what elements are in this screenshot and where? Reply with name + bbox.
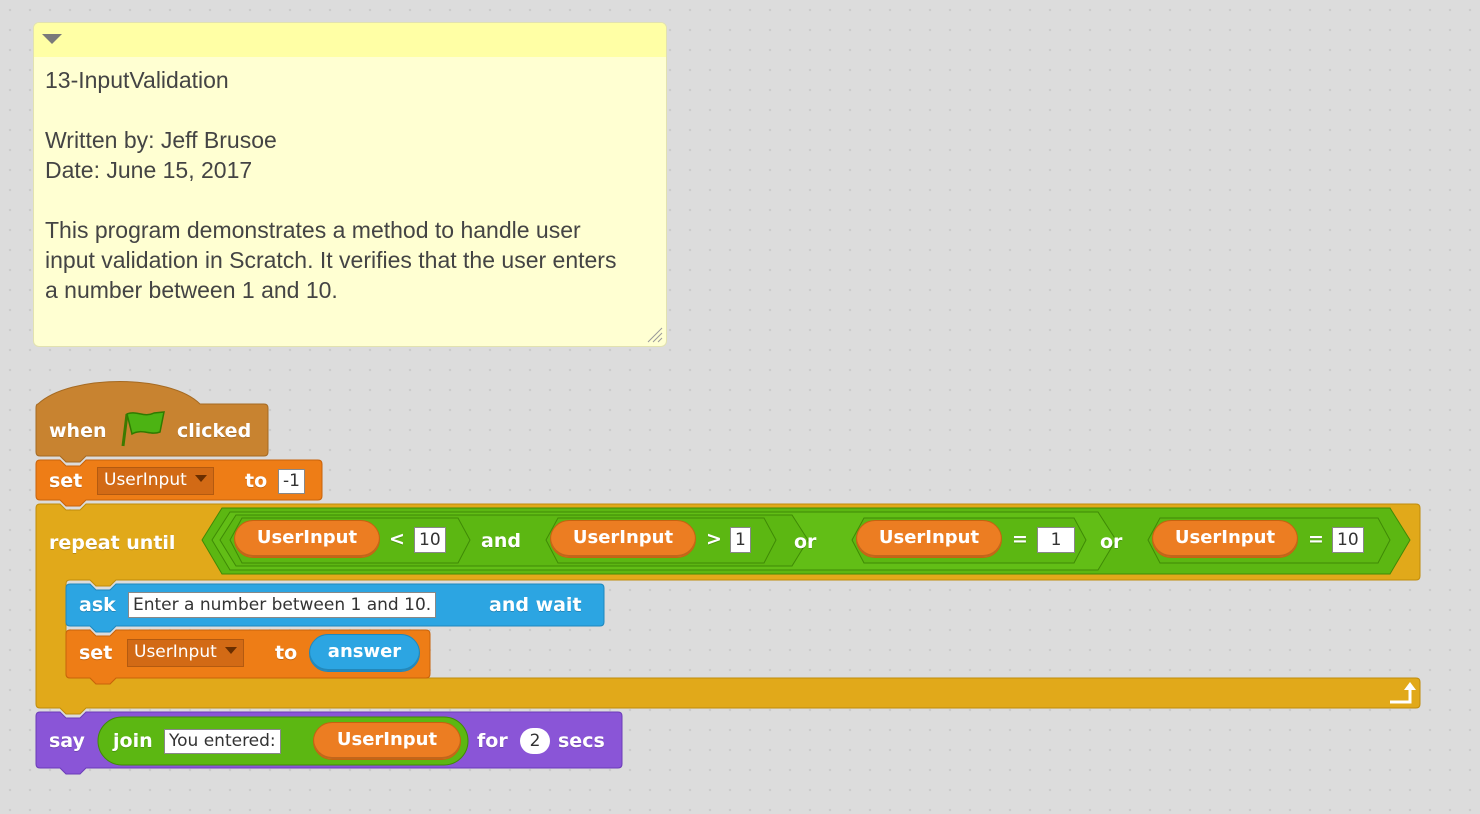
variable-name: UserInput: [104, 470, 187, 490]
answer-reporter[interactable]: answer: [309, 634, 420, 672]
greater-than-operator: >: [706, 528, 722, 550]
and-label: and: [481, 530, 521, 552]
less-than-operator: <: [389, 528, 405, 550]
repeat-until-label: repeat until: [49, 532, 176, 554]
question-input[interactable]: Enter a number between 1 and 10.: [128, 592, 437, 618]
or-label: or: [794, 531, 817, 553]
secs-label: secs: [558, 730, 605, 752]
variable-dropdown[interactable]: UserInput: [97, 467, 214, 495]
variable-dropdown[interactable]: UserInput: [127, 639, 244, 667]
less-than-value-input[interactable]: 10: [414, 527, 446, 553]
set-label: set: [79, 642, 113, 664]
join-text-input[interactable]: You entered:: [164, 729, 281, 754]
dropdown-arrow-icon: [224, 647, 237, 654]
and-wait-label: and wait: [489, 594, 582, 616]
when-label: when: [49, 420, 107, 442]
say-label: say: [49, 730, 85, 752]
join-label: join: [113, 730, 153, 752]
equals-value-input[interactable]: 10: [1332, 527, 1364, 553]
to-label: to: [275, 642, 298, 664]
dropdown-arrow-icon: [194, 475, 207, 482]
userinput-reporter[interactable]: UserInput: [856, 520, 1002, 558]
equals-operator: =: [1012, 528, 1028, 550]
to-label: to: [245, 470, 268, 492]
script-blocks-shapes: [35, 381, 1421, 775]
set-label: set: [49, 470, 83, 492]
userinput-reporter[interactable]: UserInput: [313, 722, 461, 760]
value-input[interactable]: -1: [278, 469, 305, 494]
greater-than-value-input[interactable]: 1: [730, 527, 751, 553]
green-flag-icon[interactable]: [120, 408, 166, 448]
ask-label: ask: [79, 594, 116, 616]
clicked-label: clicked: [177, 420, 252, 442]
or-label: or: [1100, 531, 1123, 553]
variable-name: UserInput: [134, 642, 217, 662]
userinput-reporter[interactable]: UserInput: [1152, 520, 1298, 558]
equals-operator: =: [1308, 528, 1324, 550]
for-label: for: [477, 730, 508, 752]
secs-input[interactable]: 2: [520, 728, 550, 754]
userinput-reporter[interactable]: UserInput: [234, 520, 380, 558]
userinput-reporter[interactable]: UserInput: [550, 520, 696, 558]
equals-value-input[interactable]: 1: [1037, 527, 1075, 553]
